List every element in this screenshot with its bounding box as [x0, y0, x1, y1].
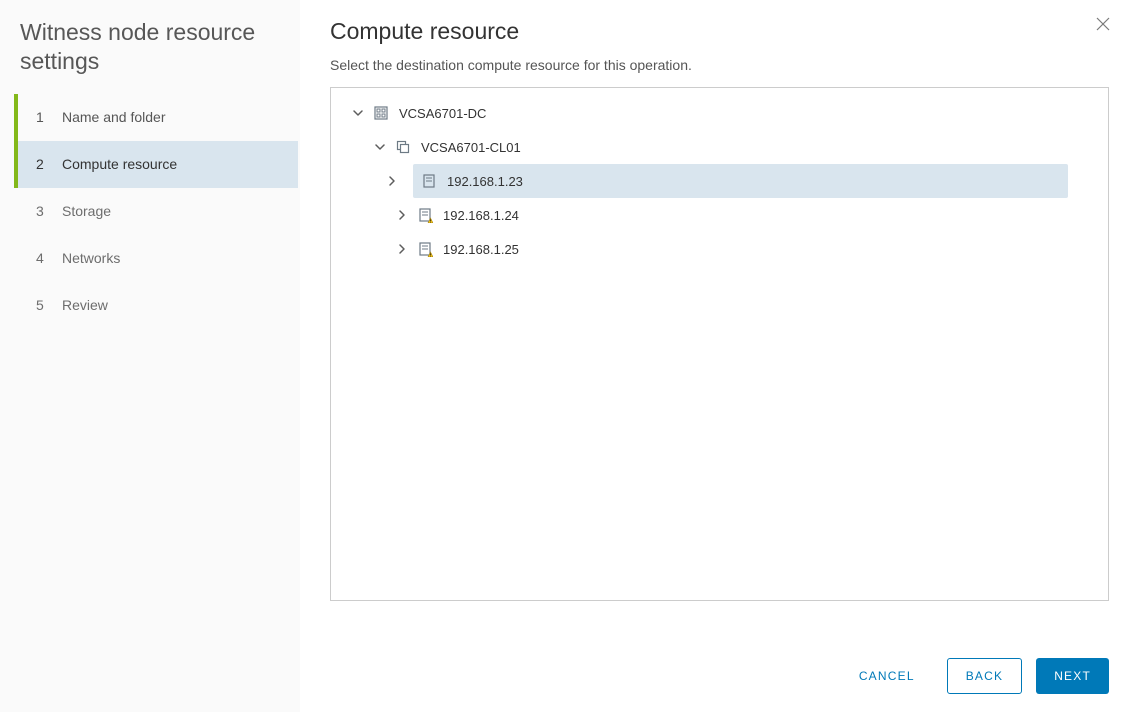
wizard-step-4[interactable]: 4 Networks [14, 235, 298, 282]
step-label: Networks [62, 250, 120, 266]
step-label: Compute resource [62, 156, 177, 172]
tree-node-label: 192.168.1.25 [443, 242, 519, 257]
wizard-content: Compute resource Select the destination … [300, 0, 1129, 712]
resource-tree: VCSA6701-DC VCSA6701-CL01 192.168.1.23 192.… [330, 87, 1109, 601]
cancel-button[interactable]: CANCEL [841, 658, 933, 694]
step-number: 1 [36, 109, 48, 125]
tree-node[interactable]: 192.168.1.23 [413, 164, 1068, 198]
tree-node[interactable]: 192.168.1.24 [331, 198, 1108, 232]
tree-node-label: 192.168.1.24 [443, 208, 519, 223]
close-icon[interactable] [1095, 16, 1115, 36]
tree-node[interactable]: VCSA6701-DC [331, 96, 1108, 130]
page-subtitle: Select the destination compute resource … [330, 57, 1109, 73]
wizard-step-2[interactable]: 2 Compute resource [14, 141, 298, 188]
datacenter-icon [373, 105, 389, 121]
tree-node-label: VCSA6701-CL01 [421, 140, 521, 155]
host-warn-icon [417, 207, 433, 223]
chevron-right-icon[interactable] [385, 174, 399, 188]
cluster-icon [395, 139, 411, 155]
wizard-step-3[interactable]: 3 Storage [14, 188, 298, 235]
tree-node[interactable]: 192.168.1.25 [331, 232, 1108, 266]
chevron-down-icon[interactable] [373, 140, 387, 154]
wizard-step-5[interactable]: 5 Review [14, 282, 298, 329]
host-warn-icon [417, 241, 433, 257]
wizard-footer: CANCEL BACK NEXT [330, 640, 1109, 712]
step-number: 5 [36, 297, 48, 313]
step-label: Name and folder [62, 109, 166, 125]
chevron-right-icon[interactable] [395, 208, 409, 222]
step-label: Review [62, 297, 108, 313]
step-number: 3 [36, 203, 48, 219]
tree-row-wrapper: 192.168.1.23 [331, 164, 1108, 198]
wizard-sidebar: Witness node resource settings 1 Name and… [0, 0, 300, 712]
chevron-down-icon[interactable] [351, 106, 365, 120]
tree-node-label: 192.168.1.23 [447, 174, 523, 189]
tree-node-label: VCSA6701-DC [399, 106, 486, 121]
wizard-step-1[interactable]: 1 Name and folder [14, 94, 298, 141]
wizard-dialog: Witness node resource settings 1 Name and… [0, 0, 1129, 712]
page-heading: Compute resource [330, 18, 1109, 45]
chevron-right-icon[interactable] [395, 242, 409, 256]
host-icon [421, 173, 437, 189]
back-button[interactable]: BACK [947, 658, 1022, 694]
step-label: Storage [62, 203, 111, 219]
wizard-title: Witness node resource settings [0, 18, 300, 94]
step-number: 2 [36, 156, 48, 172]
tree-node[interactable]: VCSA6701-CL01 [331, 130, 1108, 164]
next-button[interactable]: NEXT [1036, 658, 1109, 694]
wizard-steps: 1 Name and folder 2 Compute resource 3 Storag… [0, 94, 300, 329]
step-number: 4 [36, 250, 48, 266]
